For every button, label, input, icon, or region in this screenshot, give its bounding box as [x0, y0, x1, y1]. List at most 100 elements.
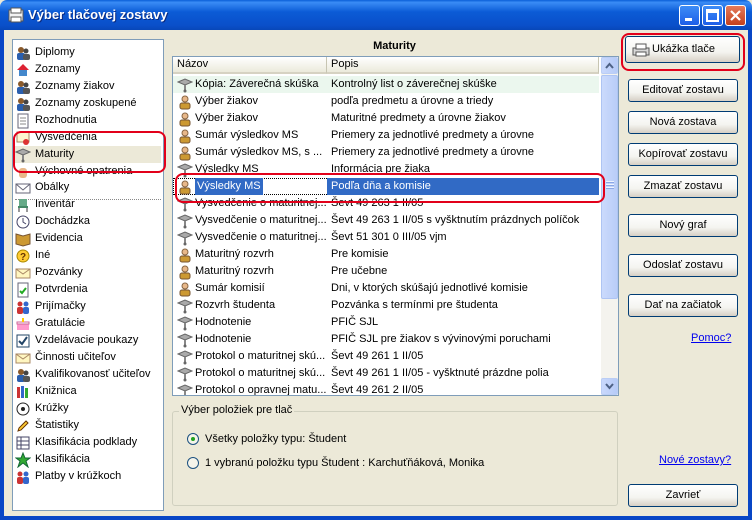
- table-row[interactable]: Výsledky MS Informácia pre žiaka: [173, 161, 599, 178]
- category-item[interactable]: Štatistiky: [15, 417, 161, 434]
- table-row[interactable]: Vysvedčenie o maturitnej... Ševt 49 263 1…: [173, 195, 599, 212]
- category-item[interactable]: Zoznamy zoskupené: [15, 95, 161, 112]
- table-row[interactable]: Protokol o maturitnej skú... Ševt 49 261 …: [173, 348, 599, 365]
- scroll-thumb[interactable]: [601, 75, 618, 299]
- category-item[interactable]: Kvalifikovanosť učiteľov: [15, 366, 161, 383]
- print-preview-button[interactable]: Ukážka tlače: [625, 36, 740, 63]
- radio-all-items[interactable]: Všetky položky typu: Študent: [187, 433, 346, 445]
- category-item[interactable]: Potvrdenia: [15, 281, 161, 298]
- graduation-icon: [177, 162, 193, 177]
- category-item[interactable]: Činnosti učiteľov: [15, 349, 161, 366]
- printer-icon: [632, 43, 650, 57]
- table-row[interactable]: Hodnotenie PFIČ SJL pre žiakov s vývinový…: [173, 331, 599, 348]
- copy-report-button[interactable]: Kopírovať zostavu: [628, 143, 738, 166]
- category-item[interactable]: Inventár: [15, 196, 161, 213]
- row-name: Sumár komisií: [195, 282, 265, 294]
- table-row[interactable]: Protokol o maturitnej skú... Ševt 49 261 …: [173, 365, 599, 382]
- close-icon: [730, 10, 741, 21]
- table-row[interactable]: Výber žiakov podľa predmetu a úrovne a tr…: [173, 93, 599, 110]
- table-row[interactable]: Protokol o opravnej matu... Ševt 49 261 2…: [173, 382, 599, 395]
- category-item[interactable]: Pozvánky: [15, 264, 161, 281]
- book-icon: [15, 232, 31, 247]
- category-item[interactable]: Prijímačky: [15, 298, 161, 315]
- edit-report-button[interactable]: Editovať zostavu: [628, 79, 738, 102]
- category-item[interactable]: Platby v krúžkoch: [15, 468, 161, 485]
- user-icon: [179, 112, 191, 126]
- report-table[interactable]: Názov Popis Kópia: Záverečná skúška Kontr…: [172, 56, 619, 396]
- table-row[interactable]: Maturitný rozvrh Pre komisie: [173, 246, 599, 263]
- table-row[interactable]: Vysvedčenie o maturitnej... Ševt 51 301 0…: [173, 229, 599, 246]
- radio-unchecked-icon[interactable]: [187, 457, 199, 469]
- scroll-up-button[interactable]: [601, 57, 618, 74]
- category-item[interactable]: Klasifikácia podklady: [15, 434, 161, 451]
- category-item[interactable]: Zoznamy: [15, 61, 161, 78]
- new-reports-link[interactable]: Nové zostavy?: [659, 454, 731, 466]
- new-graph-button[interactable]: Nový graf: [628, 214, 738, 237]
- category-item[interactable]: Výchovné opatrenia: [15, 163, 161, 180]
- category-label: Maturity: [35, 148, 75, 160]
- close-window-button[interactable]: [725, 5, 746, 26]
- category-item[interactable]: Maturity: [15, 146, 161, 163]
- radio-one-item[interactable]: 1 vybranú položku typu Študent : Karchuť…: [187, 457, 484, 469]
- table-row[interactable]: Kópia: Záverečná skúška Kontrolný list o …: [173, 76, 599, 93]
- column-header-name[interactable]: Názov: [173, 57, 327, 74]
- new-report-button[interactable]: Nová zostava: [628, 111, 738, 134]
- category-item[interactable]: Klasifikácia: [15, 451, 161, 468]
- close-button[interactable]: Zavrieť: [628, 484, 738, 507]
- vertical-scrollbar[interactable]: [601, 57, 618, 395]
- category-item[interactable]: Rozhodnutia: [15, 112, 161, 129]
- star-icon: [15, 451, 31, 468]
- category-item[interactable]: Knižnica: [15, 383, 161, 400]
- send-report-button[interactable]: Odoslať zostavu: [628, 254, 738, 277]
- category-item[interactable]: ? Iné: [15, 247, 161, 264]
- report-panel: Maturity Názov Popis Kópia: Záverečná sk…: [170, 38, 619, 397]
- category-label: Dochádzka: [35, 215, 91, 227]
- group-legend: Výber položiek pre tlač: [179, 404, 295, 416]
- row-name: Maturitný rozvrh: [195, 248, 274, 260]
- minimize-button[interactable]: [679, 5, 700, 26]
- row-description: podľa predmetu a úrovne a triedy: [331, 95, 494, 107]
- move-to-top-button[interactable]: Dať na začiatok: [628, 294, 738, 317]
- category-item[interactable]: Dochádzka: [15, 213, 161, 230]
- table-row[interactable]: Rozvrh študenta Pozvánka s termínmi pre š…: [173, 297, 599, 314]
- table-row[interactable]: Maturitný rozvrh Pre učebne: [173, 263, 599, 280]
- category-item[interactable]: Diplomy: [15, 44, 161, 61]
- graduation-icon: [177, 213, 193, 228]
- clock-icon: [16, 215, 30, 228]
- table-row[interactable]: Hodnotenie PFIČ SJL: [173, 314, 599, 331]
- scroll-down-button[interactable]: [601, 378, 618, 395]
- category-item[interactable]: Obálky: [15, 179, 161, 196]
- mail-icon: [15, 353, 31, 363]
- category-label: Diplomy: [35, 46, 75, 58]
- category-label: Pozvánky: [35, 266, 83, 278]
- maximize-button[interactable]: [702, 5, 723, 26]
- radio-checked-icon[interactable]: [187, 433, 199, 445]
- table-row[interactable]: Sumár výsledkov MS, s ... Priemery za jed…: [173, 144, 599, 161]
- row-description: Kontrolný list o záverečnej skúške: [331, 78, 497, 90]
- ball-icon: [16, 402, 30, 415]
- category-item[interactable]: Zoznamy žiakov: [15, 78, 161, 95]
- app-icon: [8, 7, 24, 23]
- category-item[interactable]: Gratulácie: [15, 315, 161, 332]
- report-category-list[interactable]: Diplomy Zoznamy Zoznamy žiakov Zoznamy zosk…: [12, 39, 164, 511]
- user-icon: [179, 95, 191, 109]
- column-header-description[interactable]: Popis: [327, 57, 599, 74]
- table-row[interactable]: Sumár výsledkov MS Priemery za jednotlivé…: [173, 127, 599, 144]
- category-label: Zoznamy zoskupené: [35, 97, 137, 109]
- category-item[interactable]: Vysvedčenia: [15, 129, 161, 146]
- help-link[interactable]: Pomoc?: [691, 332, 731, 344]
- category-label: Klasifikácia: [35, 453, 91, 465]
- maximize-icon: [706, 9, 719, 22]
- table-row[interactable]: Výber žiakov Maturitné predmety a úrovne …: [173, 110, 599, 127]
- category-item[interactable]: Evidencia: [15, 230, 161, 247]
- category-item[interactable]: Vzdelávacie poukazy: [15, 332, 161, 349]
- table-row[interactable]: Sumár komisií Dni, v ktorých skúšajú jedn…: [173, 280, 599, 297]
- row-description: PFIČ SJL: [331, 316, 379, 328]
- category-item[interactable]: Krúžky: [15, 400, 161, 417]
- books-icon: [17, 385, 28, 398]
- category-label: Činnosti učiteľov: [35, 351, 116, 363]
- table-row[interactable]: Výsledky MS Podľa dňa a komisie: [173, 178, 599, 195]
- table-row[interactable]: Vysvedčenie o maturitnej... Ševt 49 263 1…: [173, 212, 599, 229]
- row-description: Pre komisie: [331, 248, 389, 260]
- delete-report-button[interactable]: Zmazať zostavu: [628, 175, 738, 198]
